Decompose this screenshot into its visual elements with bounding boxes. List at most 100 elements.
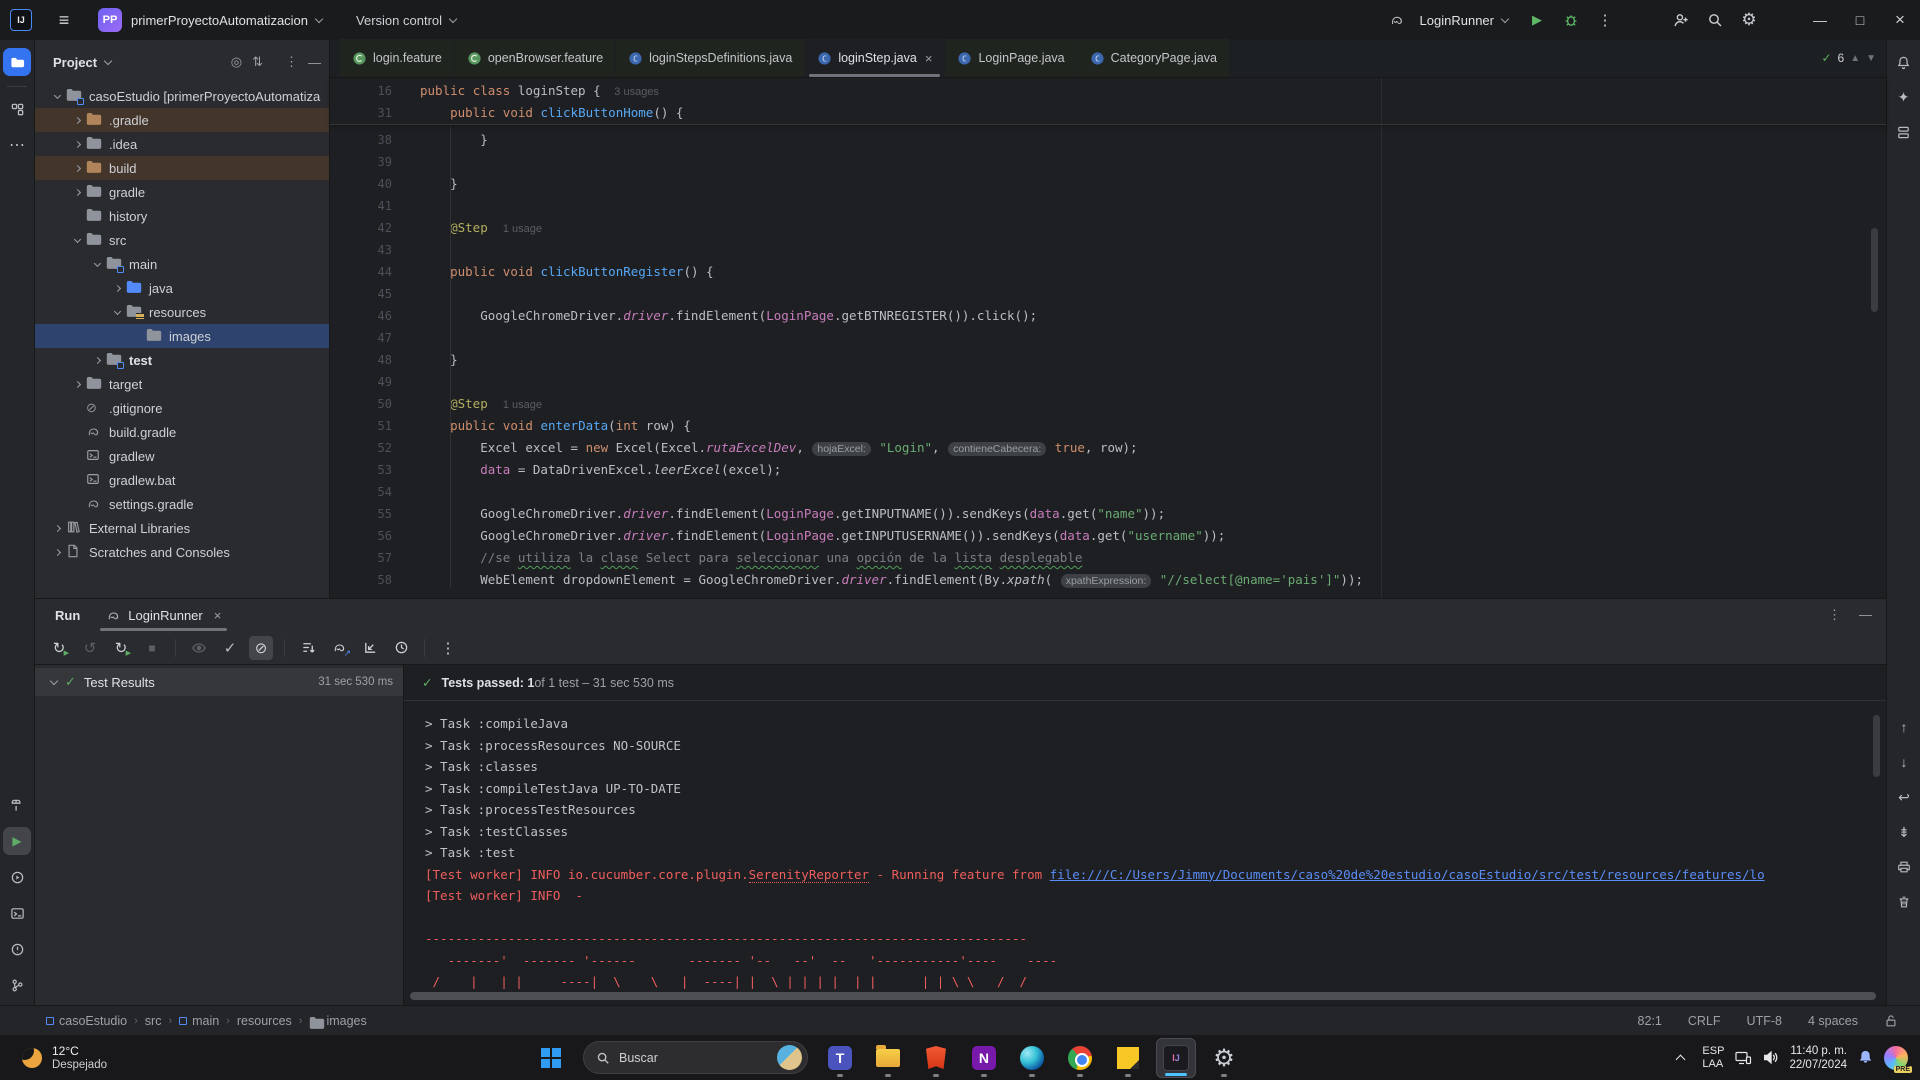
breadcrumb-item[interactable]: images xyxy=(309,1014,366,1028)
console-output[interactable]: > Task :compileJava> Task :processResour… xyxy=(404,701,1886,997)
chevron-right-icon[interactable] xyxy=(114,284,121,291)
code-line[interactable]: 40 } xyxy=(330,173,1886,195)
tree-item[interactable]: .gradle xyxy=(35,108,329,132)
tree-item[interactable]: ⊘.gitignore xyxy=(35,396,329,420)
clear-console-trash-icon[interactable] xyxy=(1891,889,1917,915)
notifications-bell-icon[interactable] xyxy=(1891,49,1917,75)
tree-item[interactable]: test xyxy=(35,348,329,372)
editor-scrollbar[interactable] xyxy=(1871,228,1878,312)
tree-item[interactable]: gradlew xyxy=(35,444,329,468)
chevron-right-icon[interactable] xyxy=(54,524,61,531)
code-line[interactable]: 41 xyxy=(330,195,1886,217)
code-line[interactable]: 49 xyxy=(330,371,1886,393)
window-close-button[interactable]: × xyxy=(1880,0,1920,40)
tree-item[interactable]: casoEstudio [primerProyectoAutomatiza xyxy=(35,84,329,108)
console-file-link[interactable]: file:///C:/Users/Jimmy/Documents/caso%20… xyxy=(1050,867,1765,882)
language-indicator[interactable]: ESP LAA xyxy=(1702,1045,1724,1071)
code-line[interactable]: 16public class loginStep { 3 usages xyxy=(330,80,1886,102)
caret-position[interactable]: 82:1 xyxy=(1638,1014,1662,1028)
window-minimize-button[interactable]: — xyxy=(1800,0,1840,40)
chevron-down-icon[interactable] xyxy=(114,307,121,314)
tree-item[interactable]: External Libraries xyxy=(35,516,329,540)
tree-item[interactable]: target xyxy=(35,372,329,396)
tree-item[interactable]: images xyxy=(35,324,329,348)
tree-item[interactable]: settings.gradle xyxy=(35,492,329,516)
show-passed-icon[interactable] xyxy=(187,636,211,660)
tree-item[interactable]: Scratches and Consoles xyxy=(35,540,329,564)
code-line[interactable]: 31 public void clickButtonHome() { xyxy=(330,102,1886,124)
search-daily-image[interactable] xyxy=(777,1045,802,1070)
test-results-row[interactable]: ✓ Test Results 31 sec 530 ms xyxy=(35,668,403,696)
code-line[interactable]: 43 xyxy=(330,239,1886,261)
services-tool-icon[interactable] xyxy=(3,863,31,891)
close-tab-icon[interactable]: × xyxy=(214,608,222,623)
taskbar-app-onenote[interactable]: N xyxy=(964,1038,1004,1078)
editor-tab-login.feature[interactable]: login.feature xyxy=(340,39,454,77)
notification-bell-icon[interactable] xyxy=(1857,1049,1874,1066)
scroll-down-icon[interactable]: ↓ xyxy=(1891,749,1917,775)
soft-wrap-icon[interactable]: ↩ xyxy=(1891,784,1917,810)
hide-panel-icon[interactable]: — xyxy=(1859,607,1872,623)
chevron-right-icon[interactable] xyxy=(74,140,81,147)
scroll-to-end-icon[interactable]: ⇟ xyxy=(1891,819,1917,845)
tree-item[interactable]: gradle xyxy=(35,180,329,204)
debug-button[interactable] xyxy=(1556,6,1586,34)
chevron-right-icon[interactable] xyxy=(74,116,81,123)
taskbar-app-notes[interactable] xyxy=(1108,1038,1148,1078)
tree-item[interactable]: main xyxy=(35,252,329,276)
taskbar-app-teams[interactable]: T xyxy=(820,1038,860,1078)
taskbar-app-chrome[interactable] xyxy=(1060,1038,1100,1078)
code-editor[interactable]: 16public class loginStep { 3 usages31 pu… xyxy=(330,78,1886,591)
rerun-button[interactable]: ↻▶ xyxy=(47,636,71,660)
code-line[interactable]: 45 xyxy=(330,283,1886,305)
breadcrumb-item[interactable]: main xyxy=(179,1014,219,1028)
taskbar-app-edge[interactable] xyxy=(1012,1038,1052,1078)
code-line[interactable]: 52 Excel excel = new Excel(Excel.rutaExc… xyxy=(330,437,1886,459)
console-hscrollbar[interactable] xyxy=(410,992,1876,1000)
tree-item[interactable]: java xyxy=(35,276,329,300)
code-line[interactable]: 51 public void enterData(int row) { xyxy=(330,415,1886,437)
breadcrumb-item[interactable]: casoEstudio xyxy=(46,1014,127,1028)
panel-options-icon[interactable]: ⋮ xyxy=(285,54,298,70)
tree-item[interactable]: build xyxy=(35,156,329,180)
lock-open-icon[interactable] xyxy=(1884,1014,1898,1028)
inspections-widget[interactable]: ✓ 6 ▲▼ xyxy=(1821,51,1876,65)
code-line[interactable]: 55 GoogleChromeDriver.driver.findElement… xyxy=(330,503,1886,525)
breadcrumb-item[interactable]: src xyxy=(145,1014,162,1028)
expand-collapse-icon[interactable]: ⇅ xyxy=(252,54,263,70)
tree-item[interactable]: history xyxy=(35,204,329,228)
chevron-down-icon[interactable] xyxy=(74,235,81,242)
chevron-right-icon[interactable] xyxy=(74,380,81,387)
sort-tests-icon[interactable] xyxy=(296,636,320,660)
show-passed-check-icon[interactable]: ✓ xyxy=(218,636,242,660)
rerun-failed-button[interactable]: ↺ xyxy=(78,636,102,660)
chevron-down-icon[interactable] xyxy=(54,91,61,98)
chevron-right-icon[interactable] xyxy=(74,164,81,171)
code-line[interactable]: 38 } xyxy=(330,129,1886,151)
settings-gear-icon[interactable]: ⚙ xyxy=(1734,6,1764,34)
chevron-right-icon[interactable] xyxy=(54,548,61,555)
editor-tab-LoginPage.java[interactable]: CLoginPage.java xyxy=(945,39,1076,77)
tree-item[interactable]: resources xyxy=(35,300,329,324)
weather-widget[interactable]: 12°C Despejado xyxy=(22,1044,107,1072)
console-vscrollbar[interactable] xyxy=(1873,715,1880,777)
locate-file-icon[interactable]: ◎ xyxy=(231,54,242,70)
speaker-icon[interactable] xyxy=(1762,1049,1779,1066)
code-line[interactable]: 46 GoogleChromeDriver.driver.findElement… xyxy=(330,305,1886,327)
close-tab-icon[interactable]: × xyxy=(925,51,933,66)
code-line[interactable]: 48 } xyxy=(330,349,1886,371)
run-tool-icon[interactable]: ▶ xyxy=(3,827,31,855)
editor-tab-openBrowser.feature[interactable]: openBrowser.feature xyxy=(455,39,615,77)
code-line[interactable]: 56 GoogleChromeDriver.driver.findElement… xyxy=(330,525,1886,547)
chevron-right-icon[interactable] xyxy=(94,356,101,363)
project-name-widget[interactable]: primerProyectoAutomatizacion xyxy=(131,13,308,28)
project-tool-icon[interactable] xyxy=(3,48,31,76)
start-button[interactable] xyxy=(531,1038,571,1078)
taskbar-search-input[interactable]: Buscar xyxy=(583,1041,808,1074)
build-tool-icon[interactable] xyxy=(3,791,31,819)
code-line[interactable]: 53 data = DataDrivenExcel.leerExcel(exce… xyxy=(330,459,1886,481)
window-restore-button[interactable]: □ xyxy=(1840,0,1880,40)
hide-panel-icon[interactable]: — xyxy=(308,55,321,70)
taskbar-app-settings[interactable]: ⚙ xyxy=(1204,1038,1244,1078)
tray-expand-icon[interactable] xyxy=(1676,1055,1686,1065)
